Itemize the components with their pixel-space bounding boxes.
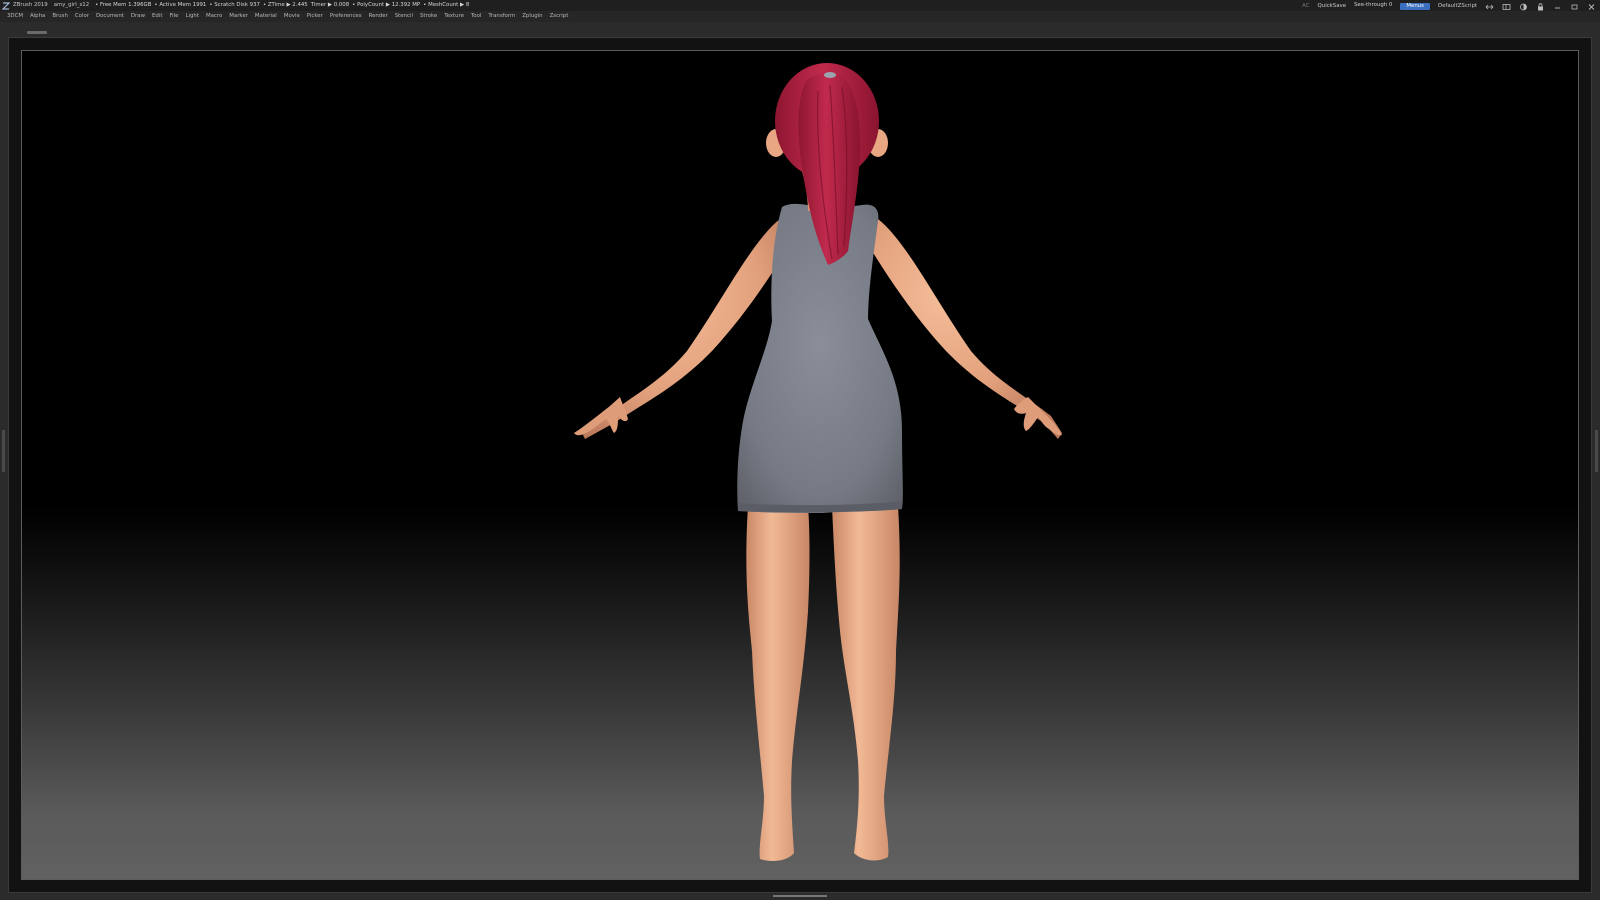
free-mem-status: • Free Mem 1.396GB [95,2,152,8]
menu-alpha[interactable]: Alpha [30,11,45,22]
document-canvas[interactable] [21,50,1579,880]
menu-zplugin[interactable]: Zplugin [522,11,542,22]
menu-draw[interactable]: Draw [131,11,145,22]
menu-texture[interactable]: Texture [444,11,464,22]
meshcount-status: • MeshCount ▶ 8 [423,2,470,8]
menu-brush[interactable]: Brush [52,11,68,22]
timer-status: Timer ▶ 0.008 [310,2,350,8]
left-leg [746,506,810,861]
see-through-value: 0 [1388,2,1393,8]
right-hand [1014,397,1062,436]
menu-3dcm[interactable]: 3DCM [7,11,23,22]
menu-document[interactable]: Document [96,11,124,22]
app-name: ZBrush 2019 [13,2,48,8]
title-left: ZBrush 2019 amy_girl_s12 • Free Mem 1.39… [1,0,472,11]
top-shelf-strip [0,22,1600,36]
menu-light[interactable]: Light [185,11,198,22]
scratch-disk-status: • Scratch Disk 937 [209,2,260,8]
menu-marker[interactable]: Marker [229,11,248,22]
menus-button[interactable]: Menus [1400,3,1430,10]
minimize-icon[interactable] [1553,3,1562,11]
hair-tie [824,72,836,78]
restore-icon[interactable] [1570,3,1579,11]
character-model[interactable] [22,51,1579,880]
polycount-status: • PolyCount ▶ 12.392 MP [352,2,421,8]
menu-color[interactable]: Color [75,11,89,22]
menu-tool[interactable]: Tool [471,11,481,22]
title-bar: ZBrush 2019 amy_girl_s12 • Free Mem 1.39… [0,0,1600,12]
menu-transform[interactable]: Transform [488,11,515,22]
menu-file[interactable]: File [169,11,178,22]
see-through-label: See-through [1354,2,1388,8]
bottom-bar [0,893,1600,900]
close-icon[interactable] [1587,3,1596,11]
menu-render[interactable]: Render [369,11,388,22]
menu-zscript[interactable]: Zscript [550,11,569,22]
menu-material[interactable]: Material [255,11,277,22]
shelf-drag-handle[interactable] [27,31,47,34]
left-tray-handle[interactable] [2,430,5,472]
active-mem-status: • Active Mem 1991 [154,2,207,8]
menu-stencil[interactable]: Stencil [395,11,413,22]
menu-movie[interactable]: Movie [284,11,300,22]
zbrush-logo-icon[interactable] [1,1,11,10]
lock-icon[interactable] [1536,2,1545,11]
menu-picker[interactable]: Picker [307,11,323,22]
document-name: amy_girl_s12 [53,2,90,8]
menu-edit[interactable]: Edit [152,11,162,22]
color-scheme-icon[interactable] [1519,3,1528,11]
layout-arrows-icon[interactable] [1485,3,1494,11]
right-tray-handle[interactable] [1595,430,1598,472]
bottom-tray-handle[interactable] [773,895,827,897]
menu-bar: 3DCM Alpha Brush Color Document Draw Edi… [0,11,1600,22]
ztime-status: • ZTime ▶ 2.445 [262,2,308,8]
menu-macro[interactable]: Macro [206,11,222,22]
menu-stroke[interactable]: Stroke [420,11,437,22]
menu-preferences[interactable]: Preferences [330,11,362,22]
right-leg [832,506,900,861]
ui-layout-icon[interactable] [1502,3,1511,11]
